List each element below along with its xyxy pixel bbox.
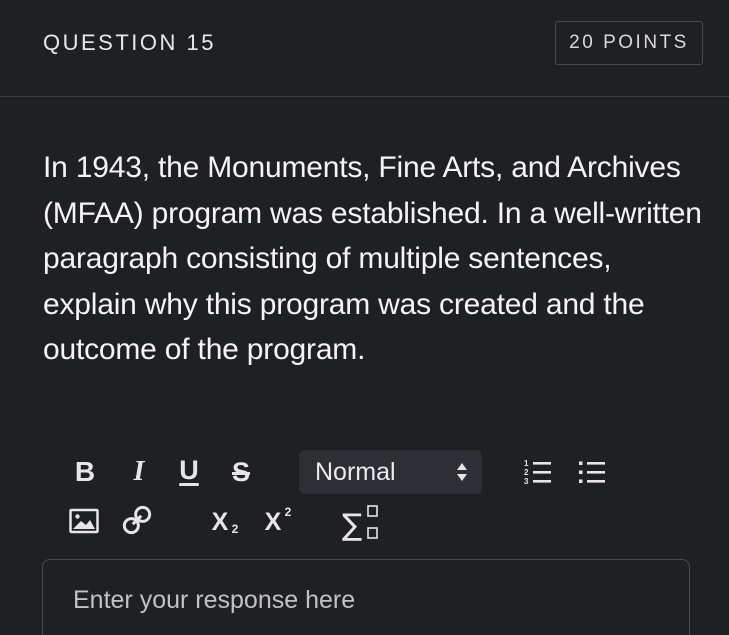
underline-button[interactable]: U [174,450,204,490]
question-header: QUESTION 15 20 POINTS [0,0,729,97]
subscript-icon: X2 [211,507,239,537]
superscript-mark: 2 [284,504,292,519]
text-format-value: Normal [315,457,396,486]
superscript-button[interactable]: X2 [255,505,292,539]
subscript-base: X [211,507,229,536]
svg-text:∑: ∑ [342,508,362,541]
svg-text:1: 1 [524,459,529,468]
superscript-base: X [264,507,282,536]
subscript-mark: 2 [231,521,239,536]
italic-label: I [133,456,145,487]
strikethrough-button[interactable]: S [225,452,257,492]
ordered-list-icon: 1 2 3 [523,457,553,487]
points-badge: 20 POINTS [555,21,703,65]
response-input[interactable] [73,586,653,615]
underline-label: U [179,454,199,485]
svg-text:3: 3 [524,477,529,486]
bold-label: B [74,456,96,487]
response-editor[interactable] [42,559,690,635]
insert-image-button[interactable] [68,505,100,537]
svg-text:2: 2 [524,468,529,477]
link-icon [121,504,153,536]
insert-formula-button[interactable]: ∑ [340,502,382,542]
image-icon [69,508,99,534]
text-format-select[interactable]: Normal [299,450,482,494]
bullet-list-button[interactable] [576,455,608,489]
strikethrough-label: S [231,456,250,487]
superscript-icon: X2 [264,505,292,537]
subscript-button[interactable]: X2 [202,505,239,539]
question-prompt: In 1943, the Monuments, Fine Arts, and A… [43,151,702,366]
italic-button[interactable]: I [124,452,154,492]
select-arrows-icon [456,462,468,487]
ordered-list-button[interactable]: 1 2 3 [523,455,553,489]
formula-icon: ∑ [341,503,381,541]
question-number-label: QUESTION 15 [43,30,216,55]
bullet-list-icon [577,457,607,487]
bold-button[interactable]: B [70,452,100,492]
question-page: QUESTION 15 20 POINTS In 1943, the Monum… [0,0,729,635]
insert-link-button[interactable] [120,503,154,537]
